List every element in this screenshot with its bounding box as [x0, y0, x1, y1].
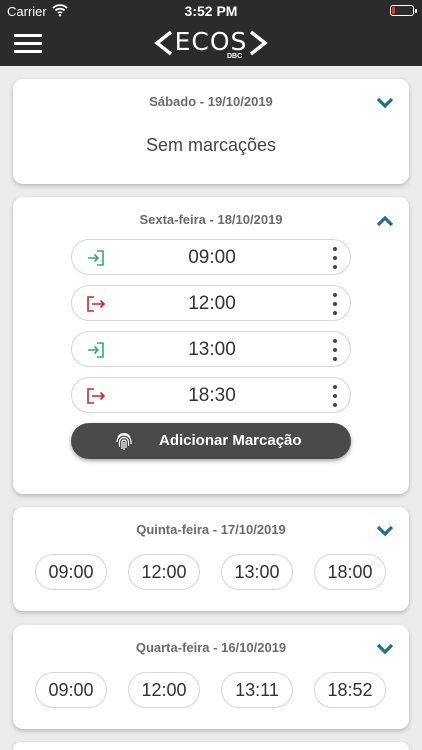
empty-state-text: Sem marcações [145, 135, 277, 155]
ecos-logo: ECOS DBC [151, 26, 271, 62]
time-entry-row[interactable]: 09:00 [71, 239, 351, 275]
time-pill: 09:00 [35, 554, 107, 590]
hamburger-menu-button[interactable] [14, 31, 44, 57]
day-card-saturday[interactable]: Sábado - 19/10/2019 Sem marcações [13, 79, 409, 184]
day-date: Quarta-feira - 16/10/2019 [135, 640, 287, 655]
time-pill: 12:00 [128, 672, 200, 708]
entry-time: 12:00 [188, 293, 236, 314]
chevron-up-icon[interactable] [375, 214, 395, 228]
time-pill: 13:11 [221, 672, 293, 708]
time-pill: 09:00 [35, 672, 107, 708]
day-date: Sexta-feira - 18/10/2019 [139, 212, 283, 227]
day-date: Sábado - 19/10/2019 [149, 94, 273, 109]
time-pill: 13:00 [221, 554, 293, 590]
more-options-icon[interactable] [332, 293, 338, 315]
time-pill: 12:00 [128, 554, 200, 590]
time-entry-row[interactable]: 13:00 [71, 331, 351, 367]
entry-time: 18:30 [188, 385, 236, 406]
day-card-wednesday[interactable]: Quarta-feira - 16/10/2019 09:00 12:00 13… [13, 625, 409, 729]
entry-time: 09:00 [188, 247, 236, 268]
fingerprint-icon [116, 433, 132, 450]
more-options-icon[interactable] [332, 247, 338, 269]
add-time-entry-button[interactable]: Adicionar Marcação [71, 423, 351, 459]
time-pill: 18:00 [314, 554, 386, 590]
more-options-icon[interactable] [332, 385, 338, 407]
chevron-down-icon[interactable] [375, 642, 395, 656]
app-header: ECOS DBC [0, 22, 422, 66]
chevron-down-icon[interactable] [375, 96, 395, 110]
time-entry-row[interactable]: 12:00 [71, 285, 351, 321]
logo-right-arrow-icon [249, 30, 268, 56]
time-pill: 18:52 [314, 672, 386, 708]
more-options-icon[interactable] [332, 339, 338, 361]
logo-subtext: DBC [227, 53, 243, 60]
entry-time: 13:00 [188, 339, 236, 360]
day-card-thursday[interactable]: Quinta-feira - 17/10/2019 09:00 12:00 13… [13, 507, 409, 611]
day-date: Quinta-feira - 17/10/2019 [136, 522, 286, 537]
clock: 3:52 PM [184, 3, 238, 19]
battery-icon [390, 5, 417, 16]
day-card-partial[interactable] [13, 742, 409, 750]
day-card-friday[interactable]: Sexta-feira - 18/10/2019 09:00 12:00 13:… [13, 197, 409, 494]
time-entry-row[interactable]: 18:30 [71, 377, 351, 413]
add-button-label: Adicionar Marcação [159, 432, 302, 449]
status-bar: Carrier 3:52 PM [0, 0, 422, 22]
chevron-down-icon[interactable] [375, 524, 395, 538]
logo-left-arrow-icon [154, 30, 173, 56]
logo-text: ECOS [174, 27, 248, 56]
